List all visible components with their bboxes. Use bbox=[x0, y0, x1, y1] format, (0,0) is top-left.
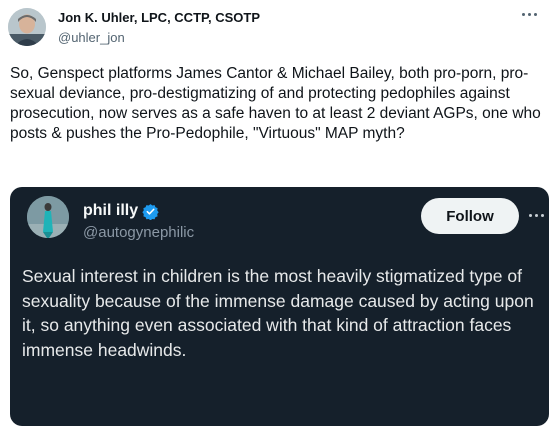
tweet: Jon K. Uhler, LPC, CCTP, CSOTP @uhler_jo… bbox=[0, 0, 551, 434]
quoted-author-name[interactable]: phil illy bbox=[83, 202, 159, 220]
author-handle[interactable]: @uhler_jon bbox=[58, 30, 125, 45]
follow-button[interactable]: Follow bbox=[421, 198, 519, 234]
quoted-tweet-text: Sexual interest in children is the most … bbox=[22, 266, 534, 360]
quoted-more-options-icon[interactable] bbox=[526, 209, 546, 221]
quoted-tweet[interactable]: phil illy @autogynephilic Follow Sexual … bbox=[10, 187, 549, 426]
quoted-author-avatar[interactable] bbox=[27, 196, 69, 238]
author-name[interactable]: Jon K. Uhler, LPC, CCTP, CSOTP bbox=[58, 10, 260, 25]
verified-badge-icon bbox=[142, 203, 159, 220]
quoted-author-name-text: phil illy bbox=[83, 202, 139, 219]
tweet-text: So, Genspect platforms James Cantor & Mi… bbox=[10, 65, 541, 142]
quoted-profile-photo-icon bbox=[27, 196, 69, 238]
more-options-icon[interactable] bbox=[517, 6, 541, 22]
author-avatar[interactable] bbox=[8, 8, 46, 46]
profile-photo-icon bbox=[8, 8, 46, 46]
quoted-author-handle[interactable]: @autogynephilic bbox=[83, 224, 194, 241]
